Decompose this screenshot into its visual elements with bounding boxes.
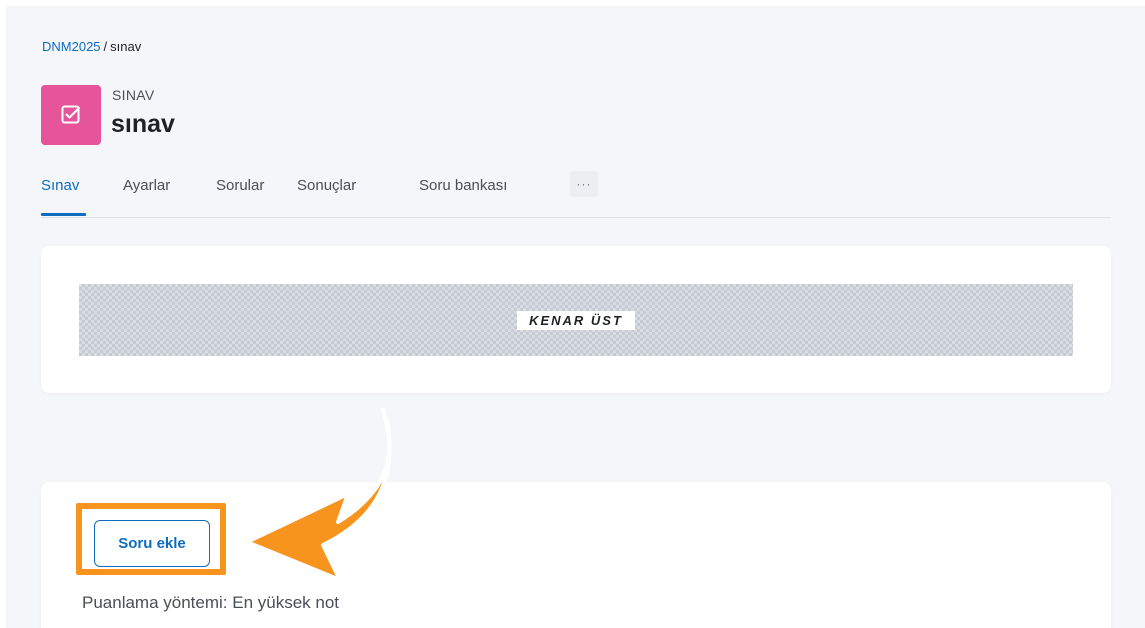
- page: DNM2025/sınav SINAV sınav Sınav Ayarlar …: [6, 6, 1145, 628]
- active-tab-indicator: [41, 213, 86, 216]
- tab-sinav[interactable]: Sınav: [41, 177, 79, 194]
- tab-bar: Sınav Ayarlar Sorular Sonuçlar Soru bank…: [41, 171, 1111, 218]
- block-region-side-top: KENAR ÜST: [79, 284, 1073, 356]
- block-card: KENAR ÜST: [41, 246, 1111, 393]
- quiz-content-card: Soru ekle Puanlama yöntemi: En yüksek no…: [41, 482, 1111, 628]
- quiz-checkbox-icon: [41, 85, 101, 145]
- module-type-label: SINAV: [112, 87, 155, 103]
- block-region-label: KENAR ÜST: [517, 310, 635, 330]
- breadcrumb-separator: /: [103, 39, 108, 54]
- more-tabs-button[interactable]: ···: [570, 171, 598, 197]
- grading-method-text: Puanlama yöntemi: En yüksek not: [82, 593, 340, 612]
- breadcrumb: DNM2025/sınav: [42, 39, 141, 54]
- tab-sonuclar[interactable]: Sonuçlar: [297, 177, 356, 194]
- tab-ayarlar[interactable]: Ayarlar: [123, 177, 170, 194]
- breadcrumb-current: sınav: [110, 39, 142, 54]
- breadcrumb-course-link[interactable]: DNM2025: [42, 39, 101, 54]
- tab-sorular[interactable]: Sorular: [216, 177, 264, 194]
- add-question-button[interactable]: Soru ekle: [94, 520, 210, 567]
- page-title: sınav: [111, 110, 175, 138]
- tab-soru-bankasi[interactable]: Soru bankası: [419, 177, 507, 194]
